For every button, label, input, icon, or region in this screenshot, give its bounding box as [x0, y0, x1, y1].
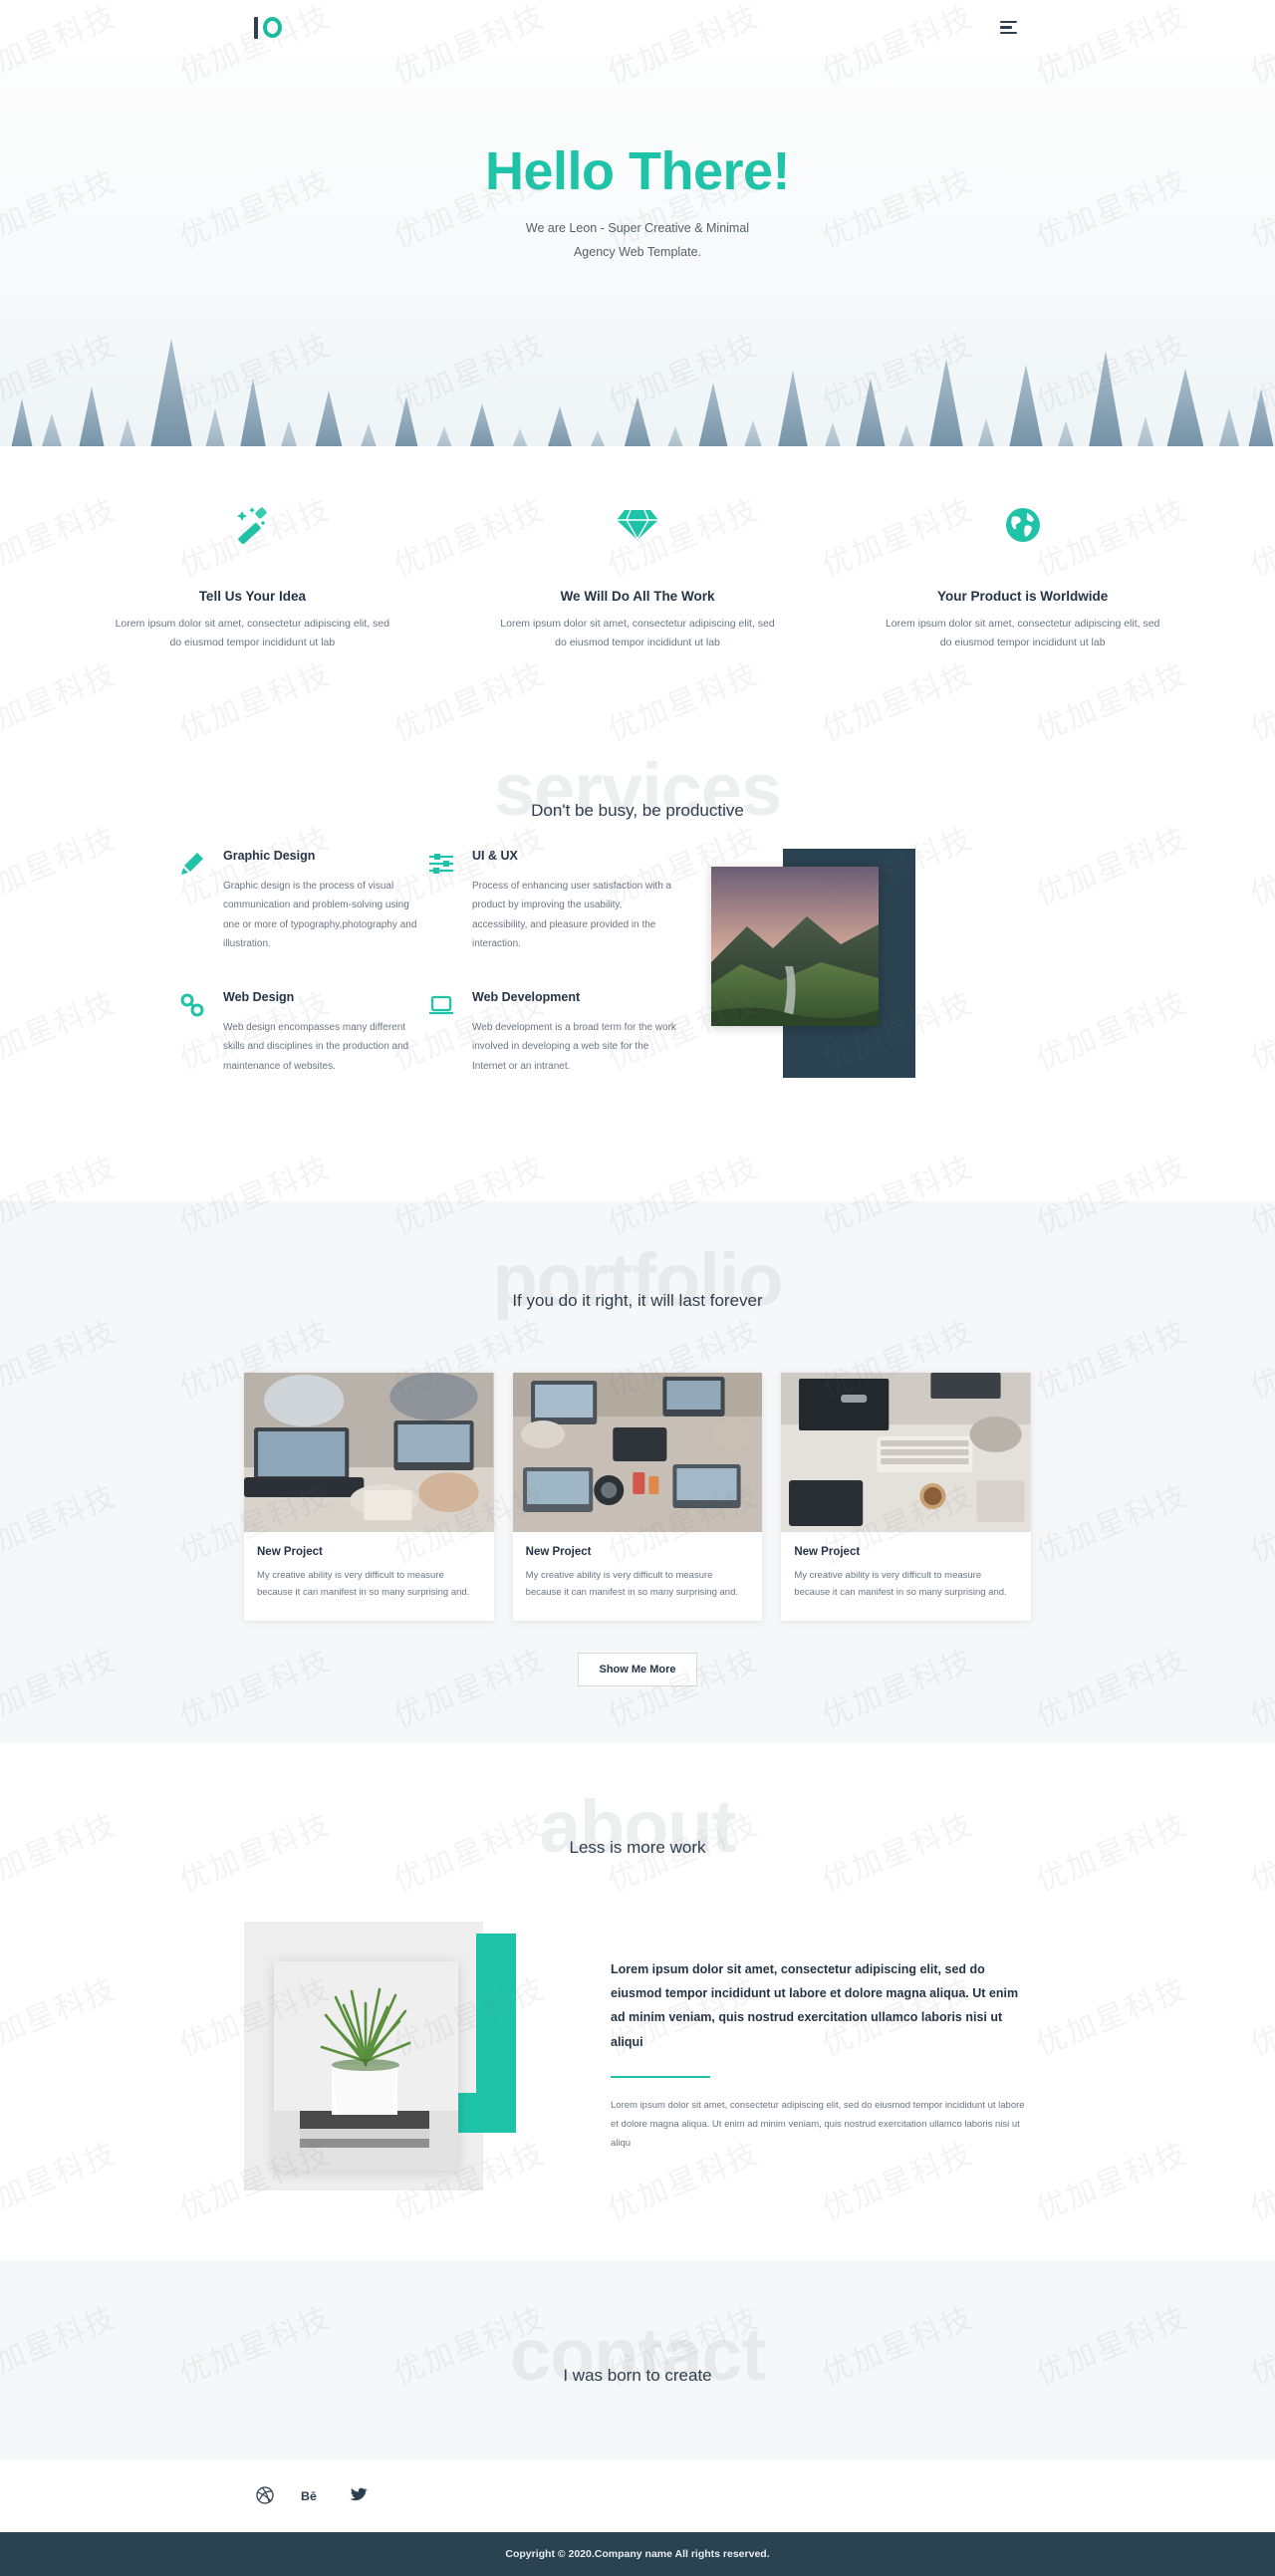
sliders-icon [428, 849, 458, 954]
pencil-icon [179, 849, 209, 954]
services-visual [711, 848, 915, 1078]
portfolio-card-title: New Project [525, 1546, 592, 1559]
link-icon [179, 990, 209, 1077]
behance-icon[interactable]: Bē [301, 2485, 322, 2506]
leon-logo-icon[interactable] [254, 13, 282, 43]
portfolio-card[interactable]: New Project My creative ability is very … [512, 1373, 763, 1621]
feature-text: Lorem ipsum dolor sit amet, consectetur … [115, 618, 390, 649]
hamburger-menu-icon[interactable] [996, 17, 1021, 39]
magic-wand-icon [115, 501, 390, 547]
show-me-more-button[interactable]: Show Me More [578, 1652, 697, 1686]
about-heading: about Less is more work [0, 1789, 1275, 1886]
service-item-web-development: Web Development Web development is a bro… [428, 990, 677, 1077]
hero-subtitle: We are Leon - Super Creative & Minimal A… [0, 217, 1275, 265]
dribbble-icon[interactable] [254, 2485, 275, 2506]
burger-line-2 [1000, 26, 1012, 29]
hero-section: Hello There! We are Leon - Super Creativ… [0, 55, 1275, 453]
globe-icon [885, 501, 1160, 547]
keyboard-desk-photo [781, 1373, 1032, 1533]
service-item-graphic-design: Graphic Design Graphic design is the pro… [179, 849, 428, 954]
page-root: Hello There! We are Leon - Super Creativ… [0, 0, 1275, 2576]
services-heading: services Don't be busy, be productive [0, 752, 1275, 849]
portfolio-card-text: My creative ability is very difficult to… [794, 1570, 1007, 1599]
services-subtitle: Don't be busy, be productive [531, 800, 744, 820]
service-title: Web Development [472, 989, 581, 1004]
burger-line-3 [1000, 31, 1017, 35]
portfolio-section: portfolio If you do it right, it will la… [0, 1201, 1275, 1742]
portfolio-card[interactable]: New Project My creative ability is very … [781, 1373, 1032, 1621]
laptop-icon [428, 990, 458, 1077]
service-text: Process of enhancing user satisfaction w… [472, 880, 672, 950]
portfolio-card-text: My creative ability is very difficult to… [257, 1570, 470, 1599]
hero-subtitle-line-1: We are Leon - Super Creative & Minimal [525, 221, 750, 236]
services-section: services Don't be busy, be productive Gr… [0, 714, 1275, 1202]
about-subtitle: Less is more work [569, 1837, 706, 1857]
diamond-icon [500, 501, 776, 547]
about-visual [244, 1921, 543, 2190]
portfolio-card[interactable]: New Project My creative ability is very … [244, 1373, 494, 1621]
features-section: Tell Us Your Idea Lorem ipsum dolor sit … [0, 453, 1275, 715]
service-item-web-design: Web Design Web design encompasses many d… [179, 990, 428, 1077]
service-title: UI & UX [472, 848, 518, 863]
feature-text: Lorem ipsum dolor sit amet, consectetur … [500, 618, 775, 649]
svg-text:Bē: Bē [301, 2489, 317, 2503]
portfolio-card-list: New Project My creative ability is very … [244, 1373, 1032, 1621]
feature-title: Tell Us Your Idea [198, 589, 306, 604]
twitter-icon[interactable] [348, 2485, 369, 2506]
portfolio-card-title: New Project [257, 1546, 323, 1559]
feature-text: Lorem ipsum dolor sit amet, consectetur … [885, 618, 1160, 649]
snow-forest-illustration [0, 339, 1275, 453]
services-column-middle: UI & UX Process of enhancing user satisf… [428, 849, 677, 1113]
logo-bar-shape [254, 16, 258, 39]
contact-heading: contact I was born to create [0, 2317, 1275, 2414]
feature-card-idea: Tell Us Your Idea Lorem ipsum dolor sit … [60, 501, 445, 653]
service-title: Web Design [223, 989, 295, 1004]
services-column-left: Graphic Design Graphic design is the pro… [179, 849, 428, 1113]
burger-line-1 [1000, 20, 1017, 24]
desk-overhead-photo [512, 1373, 763, 1533]
contact-subtitle: I was born to create [563, 2365, 712, 2385]
hero-title: Hello There! [484, 141, 791, 201]
service-item-ui-ux: UI & UX Process of enhancing user satisf… [428, 849, 677, 954]
portfolio-heading: portfolio If you do it right, it will la… [0, 1243, 1275, 1339]
service-text: Web design encompasses many different sk… [223, 1021, 409, 1072]
about-body-paragraph: Lorem ipsum dolor sit amet, consectetur … [611, 2100, 1025, 2150]
service-title: Graphic Design [223, 848, 316, 863]
service-text: Web development is a broad term for the … [472, 1021, 676, 1072]
about-section: about Less is more work Lorem ipsum dolo… [0, 1741, 1275, 2260]
portfolio-subtitle: If you do it right, it will last forever [512, 1291, 763, 1311]
site-header [0, 0, 1275, 55]
portfolio-card-title: New Project [794, 1546, 861, 1559]
team-laptops-photo [244, 1373, 494, 1533]
portfolio-card-text: My creative ability is very difficult to… [525, 1570, 739, 1599]
contact-section: contact I was born to create [0, 2259, 1275, 2459]
social-links: Bē [0, 2458, 1275, 2532]
hero-subtitle-line-2: Agency Web Template. [573, 245, 702, 260]
mountain-landscape-photo [711, 866, 879, 1026]
about-divider [611, 2076, 710, 2079]
feature-title: We Will Do All The Work [560, 589, 715, 604]
copyright-text: Copyright © 2020.Company name All rights… [505, 2547, 770, 2560]
service-text: Graphic design is the process of visual … [223, 880, 417, 950]
logo-ring-shape [263, 17, 282, 38]
about-text-block: Lorem ipsum dolor sit amet, consectetur … [543, 1922, 1031, 2190]
feature-card-worldwide: Your Product is Worldwide Lorem ipsum do… [830, 501, 1215, 653]
potted-plant-photo [274, 1960, 458, 2171]
about-lead-paragraph: Lorem ipsum dolor sit amet, consectetur … [611, 1961, 1019, 2049]
site-footer: Copyright © 2020.Company name All rights… [0, 2531, 1275, 2576]
feature-card-work: We Will Do All The Work Lorem ipsum dolo… [445, 501, 831, 653]
feature-title: Your Product is Worldwide [937, 589, 1109, 604]
